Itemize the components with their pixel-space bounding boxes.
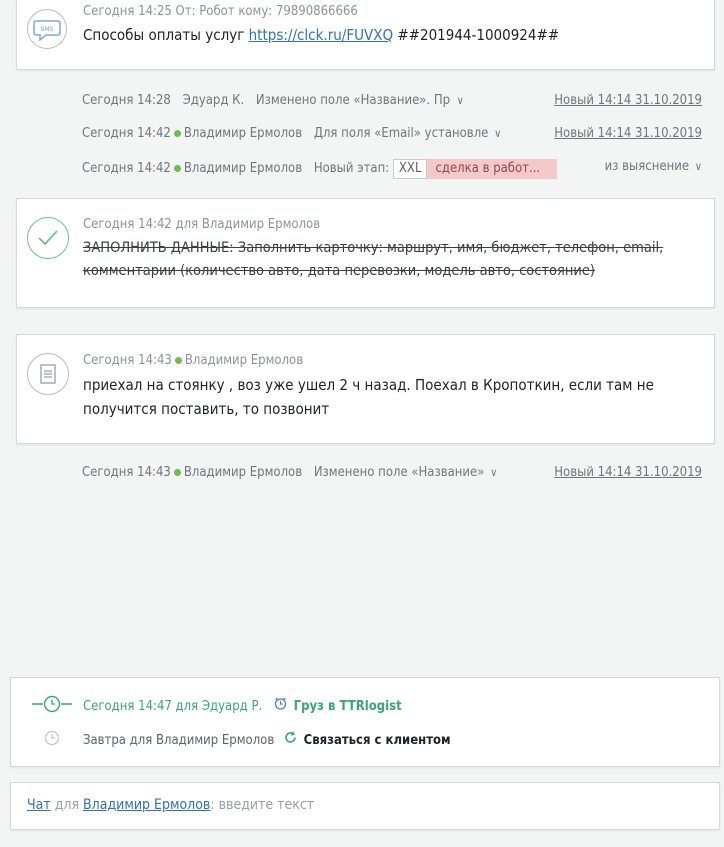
chat-mode-link[interactable]: Чат <box>27 797 51 813</box>
upcoming-when: Завтра для Владимир Ермолов <box>83 733 275 748</box>
chat-input[interactable]: Чат для Владимир Ермолов: введите текст <box>27 797 314 813</box>
refresh-icon <box>284 731 297 748</box>
note-text: приехал на стоянку , воз уже ушел 2 ч на… <box>83 376 654 418</box>
upcoming-when: Сегодня 14:47 для Эдуард Р. <box>83 699 263 714</box>
sms-icon-label: SMS <box>41 26 54 33</box>
event-text: Для поля «Email» установле <box>313 126 489 141</box>
sms-text: Способы оплаты услуг https://clck.ru/FUV… <box>83 26 559 44</box>
chevron-down-icon[interactable]: ∨ <box>490 466 497 479</box>
upcoming-task[interactable]: Сегодня 14:47 для Эдуард Р. Груз в TTRlo… <box>83 697 402 714</box>
event-row: Сегодня 14:42 Владимир Ермолов Для поля «… <box>82 126 702 146</box>
clock-icon <box>32 695 72 713</box>
upcoming-tasks-panel: Сегодня 14:47 для Эдуард Р. Груз в TTRlo… <box>10 677 720 767</box>
event-time: Сегодня 14:42 <box>82 126 171 141</box>
event-text: Новый этап: <box>313 161 390 176</box>
checkmark-icon[interactable] <box>27 217 69 259</box>
stage-source: из выяснение <box>604 159 690 174</box>
online-dot <box>174 356 182 364</box>
note-author: Владимир Ермолов <box>184 353 304 368</box>
chevron-down-icon[interactable]: ∨ <box>494 127 501 140</box>
clock-icon <box>44 730 60 746</box>
event-status-link[interactable]: Новый 14:14 31.10.2019 <box>554 465 702 480</box>
chat-input-bar[interactable]: Чат для Владимир Ермолов: введите текст <box>10 782 720 830</box>
event-status-link[interactable]: Новый 14:14 31.10.2019 <box>554 126 702 141</box>
note-card: Сегодня 14:43 Владимир Ермолов приехал на… <box>16 334 715 444</box>
event-row: Сегодня 14:43 Владимир Ермолов Изменено п… <box>82 465 702 485</box>
event-author: Эдуард К. <box>182 93 245 108</box>
stage-to-badge: сделка в работ... <box>427 159 558 179</box>
online-dot <box>173 468 181 476</box>
event-row: Сегодня 14:42 Владимир Ермолов Новый этап… <box>82 159 702 179</box>
chat-recipient-link[interactable]: Владимир Ермолов <box>83 797 210 813</box>
upcoming-task-name: Груз в TTRlogist <box>293 699 402 714</box>
online-dot <box>173 129 181 137</box>
task-text: ЗАПОЛНИТЬ ДАННЫЕ: Заполнить карточку: ма… <box>83 240 664 279</box>
event-author: Владимир Ермолов <box>183 161 303 176</box>
sms-link[interactable]: https://clck.ru/FUVXQ <box>249 26 393 44</box>
note-icon <box>27 353 69 395</box>
event-status-link[interactable]: Новый 14:14 31.10.2019 <box>554 93 702 108</box>
upcoming-task[interactable]: Завтра для Владимир Ермолов Связаться с … <box>83 731 451 748</box>
event-author: Владимир Ермолов <box>183 465 303 480</box>
task-meta: Сегодня 14:42 для Владимир Ермолов <box>83 217 321 232</box>
alarm-icon <box>274 697 287 714</box>
chevron-down-icon[interactable]: ∨ <box>695 160 702 173</box>
sms-card: SMS Сегодня 14:25 От: Робот кому: 798908… <box>16 0 715 70</box>
stage-from-badge: XXL <box>392 159 428 179</box>
chevron-down-icon[interactable]: ∨ <box>457 94 464 107</box>
event-row: Сегодня 14:28 Эдуард К. Изменено поле «Н… <box>82 93 702 113</box>
event-text: Изменено поле «Название». Предыдущ <box>255 93 451 108</box>
event-time: Сегодня 14:43 <box>82 465 171 480</box>
upcoming-task-name: Связаться с клиентом <box>303 733 451 748</box>
task-card: Сегодня 14:42 для Владимир Ермолов ЗАПОЛ… <box>16 198 715 308</box>
chat-placeholder: : введите текст <box>210 797 315 813</box>
sms-text-suffix: ##201944-1000924## <box>397 26 560 44</box>
online-dot <box>173 164 181 172</box>
event-text: Изменено поле «Название» <box>313 465 485 480</box>
sms-text-prefix: Способы оплаты услуг <box>83 26 245 44</box>
chat-for-label: для <box>54 797 80 813</box>
sms-meta: Сегодня 14:25 От: Робот кому: 7989086666… <box>83 4 358 19</box>
event-time: Сегодня 14:42 <box>82 161 171 176</box>
note-time: Сегодня 14:43 <box>83 353 172 368</box>
sms-icon: SMS <box>27 9 67 49</box>
event-time: Сегодня 14:28 <box>82 93 171 108</box>
event-author: Владимир Ермолов <box>183 126 303 141</box>
note-meta: Сегодня 14:43 Владимир Ермолов <box>83 353 303 368</box>
